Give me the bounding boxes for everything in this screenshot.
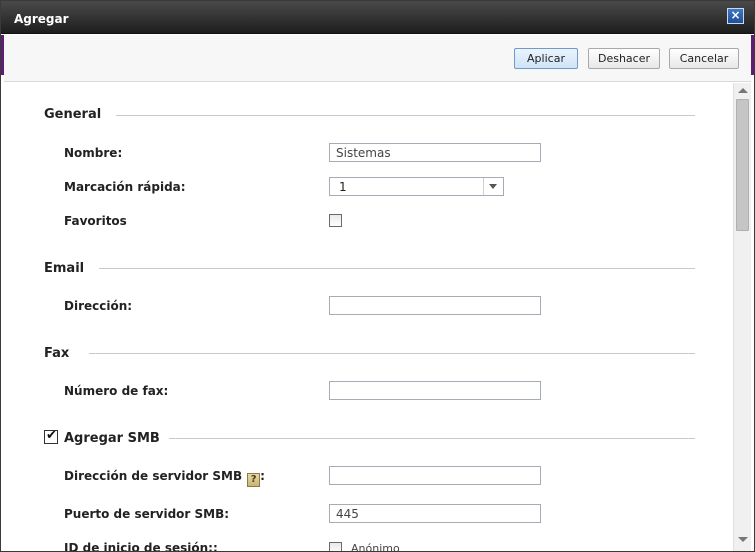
title-bar[interactable]: Agregar ×	[1, 1, 754, 34]
favorites-checkbox[interactable]	[329, 214, 342, 227]
anonymous-checkbox[interactable]	[329, 542, 342, 551]
close-icon: ×	[730, 8, 741, 22]
name-label: Nombre:	[64, 146, 123, 160]
fax-number-label: Número de fax:	[64, 384, 169, 398]
email-address-label: Dirección:	[64, 299, 133, 313]
vertical-scrollbar[interactable]	[733, 83, 751, 551]
email-address-input[interactable]	[329, 296, 541, 315]
name-input[interactable]	[329, 143, 541, 162]
smb-port-label: Puerto de servidor SMB:	[64, 507, 230, 521]
section-title-fax: Fax	[44, 346, 70, 361]
toolbar: Aplicar Deshacer Cancelar	[4, 35, 751, 82]
smb-server-label: Dirección de servidor SMB?:	[64, 469, 265, 487]
undo-button[interactable]: Deshacer	[588, 48, 660, 69]
add-dialog: Agregar × Aplicar Deshacer Cancelar Gene…	[0, 0, 755, 552]
cancel-button[interactable]: Cancelar	[669, 48, 739, 69]
section-title-general: General	[44, 107, 102, 122]
speed-dial-label: Marcación rápida:	[64, 180, 186, 194]
form-content: General Nombre: Marcación rápida: 1 Favo…	[4, 83, 733, 551]
smb-port-input[interactable]	[329, 504, 541, 523]
smb-server-label-suffix: :	[260, 469, 265, 483]
speed-dial-value: 1	[339, 180, 347, 194]
accent-strip-right	[751, 35, 754, 75]
apply-button[interactable]: Aplicar	[514, 48, 578, 69]
close-button[interactable]: ×	[727, 8, 744, 24]
checkmark-icon: ✔	[46, 428, 57, 443]
smb-server-input[interactable]	[329, 466, 541, 485]
section-title-email: Email	[44, 261, 85, 276]
section-title-smb: Agregar SMB	[64, 431, 160, 446]
fax-number-input[interactable]	[329, 381, 541, 400]
smb-server-label-text: Dirección de servidor SMB	[64, 469, 243, 483]
anonymous-label: Anónimo	[351, 542, 400, 551]
scroll-up-arrow-icon[interactable]	[738, 88, 748, 93]
favorites-label: Favoritos	[64, 214, 127, 228]
section-divider-email	[99, 268, 695, 269]
help-icon[interactable]: ?	[247, 473, 261, 487]
section-divider-smb	[169, 438, 695, 439]
section-divider-fax	[89, 353, 695, 354]
dropdown-button[interactable]	[483, 178, 503, 195]
dialog-title: Agregar	[14, 12, 69, 26]
section-divider-general	[116, 115, 695, 116]
speed-dial-select[interactable]: 1	[329, 177, 504, 196]
scrollbar-thumb[interactable]	[736, 99, 749, 231]
chevron-down-icon	[489, 184, 497, 189]
scroll-down-arrow-icon[interactable]	[738, 537, 748, 542]
smb-checkbox[interactable]: ✔	[44, 428, 58, 444]
login-id-label: ID de inicio de sesión::	[64, 541, 218, 551]
